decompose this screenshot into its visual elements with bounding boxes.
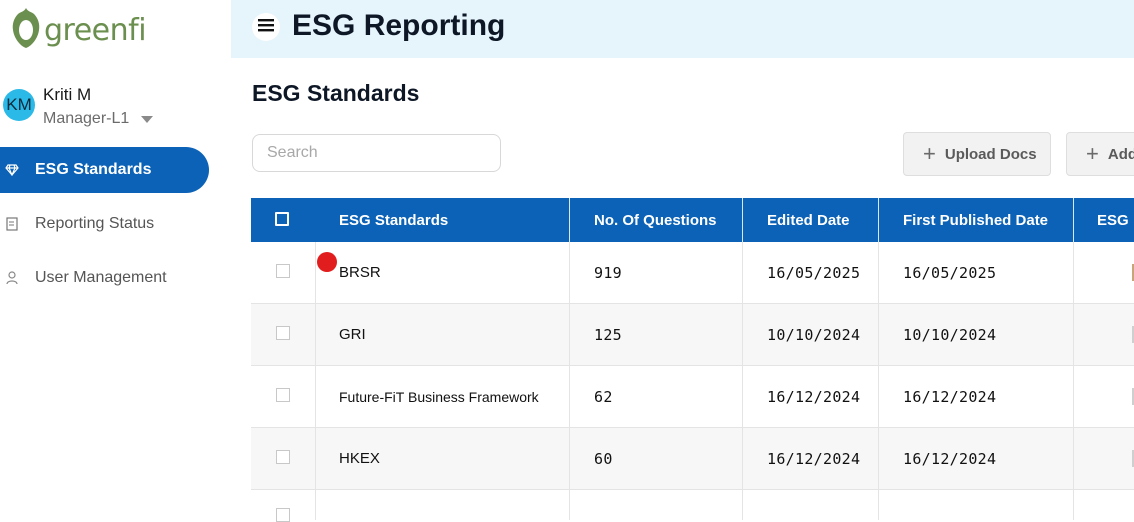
column-divider <box>569 490 570 520</box>
column-divider <box>315 428 316 489</box>
column-header-esg[interactable]: ESG <box>1097 198 1129 242</box>
upload-docs-button[interactable]: + Upload Docs <box>903 132 1051 176</box>
column-divider <box>569 428 570 489</box>
section-title: ESG Standards <box>252 80 420 106</box>
column-header-questions[interactable]: No. Of Questions <box>594 198 717 242</box>
menu-button[interactable] <box>252 13 280 41</box>
table-row[interactable]: BRSR 919 16/05/2025 16/05/2025 <box>251 242 1134 304</box>
column-divider <box>878 242 879 303</box>
column-divider <box>1073 242 1074 303</box>
user-profile[interactable]: KM Kriti M Manager-L1 <box>3 84 223 130</box>
sidebar-item-user-management[interactable]: User Management <box>0 255 167 301</box>
column-divider <box>1073 304 1074 365</box>
row-checkbox[interactable] <box>276 388 290 402</box>
sidebar-item-label: ESG Standards <box>35 161 152 178</box>
sidebar-item-label: Reporting Status <box>35 215 155 232</box>
plus-icon: + <box>923 141 936 166</box>
cell-edited-date: 16/05/2025 <box>767 263 861 282</box>
row-checkbox[interactable] <box>276 508 290 522</box>
top-header: ESG Reporting <box>231 0 1134 58</box>
cell-standard: Future-FiT Business Framework <box>339 388 539 405</box>
column-divider <box>569 198 570 242</box>
brand-name: greenfi <box>44 12 147 48</box>
column-divider <box>315 242 316 303</box>
table-row[interactable]: Future-FiT Business Framework 62 16/12/2… <box>251 366 1134 428</box>
column-divider <box>878 428 879 489</box>
column-divider <box>878 304 879 365</box>
column-divider <box>1073 366 1074 427</box>
cell-questions: 919 <box>594 263 622 282</box>
column-divider <box>878 490 879 520</box>
column-divider <box>1073 428 1074 489</box>
table-header: ESG Standards No. Of Questions Edited Da… <box>251 198 1134 242</box>
cell-edited-date: 16/12/2024 <box>767 449 861 468</box>
table-row[interactable]: GRI 125 10/10/2024 10/10/2024 <box>251 304 1134 366</box>
column-divider <box>315 366 316 427</box>
column-divider <box>742 490 743 520</box>
greenfi-logo-icon <box>10 6 42 55</box>
row-checkbox[interactable] <box>276 450 290 464</box>
sidebar-item-reporting-status[interactable]: Reporting Status <box>0 201 154 247</box>
cell-standard: HKEX <box>339 450 380 467</box>
upload-docs-label: Upload Docs <box>944 145 1037 163</box>
user-icon <box>5 271 19 285</box>
avatar: KM <box>3 89 35 121</box>
user-name: Kriti M <box>43 85 92 104</box>
cell-edited-date: 10/10/2024 <box>767 325 861 344</box>
page-title: ESG Reporting <box>292 9 506 42</box>
cell-published-date: 16/12/2024 <box>903 387 997 406</box>
cell-standard: GRI <box>339 326 366 343</box>
report-icon <box>5 217 19 231</box>
column-divider <box>1073 198 1074 242</box>
column-divider <box>742 242 743 303</box>
cell-published-date: 10/10/2024 <box>903 325 997 344</box>
diamond-icon <box>5 163 19 177</box>
column-header-edited-date[interactable]: Edited Date <box>767 198 850 242</box>
column-divider <box>742 428 743 489</box>
column-divider <box>742 366 743 427</box>
search-input[interactable] <box>252 134 501 172</box>
cell-published-date: 16/12/2024 <box>903 449 997 468</box>
plus-icon: + <box>1086 141 1099 166</box>
cell-questions: 62 <box>594 387 613 406</box>
column-divider <box>315 304 316 365</box>
sidebar-item-esg-standards[interactable]: ESG Standards <box>0 147 209 193</box>
brand-logo[interactable]: greenfi <box>10 6 147 55</box>
sidebar: greenfi KM Kriti M Manager-L1 ESG Standa… <box>0 0 231 513</box>
add-button[interactable]: + Add <box>1066 132 1134 176</box>
column-header-standard[interactable]: ESG Standards <box>339 198 448 242</box>
column-header-first-published-date[interactable]: First Published Date <box>903 198 1048 242</box>
hamburger-icon <box>258 18 274 37</box>
user-role: Manager-L1 <box>43 110 130 127</box>
column-divider <box>569 242 570 303</box>
cell-edited-date: 16/12/2024 <box>767 387 861 406</box>
column-divider <box>315 490 316 520</box>
cell-questions: 125 <box>594 325 622 344</box>
column-divider <box>569 304 570 365</box>
notification-dot <box>317 252 337 272</box>
column-divider <box>742 304 743 365</box>
cell-questions: 60 <box>594 449 613 468</box>
column-divider <box>878 366 879 427</box>
select-all-checkbox[interactable] <box>275 212 289 226</box>
add-label: Add <box>1107 145 1134 163</box>
table-row[interactable] <box>251 490 1134 522</box>
column-divider <box>569 366 570 427</box>
caret-down-icon[interactable] <box>141 116 153 123</box>
column-divider <box>742 198 743 242</box>
sidebar-item-label: User Management <box>35 269 167 286</box>
table-row[interactable]: HKEX 60 16/12/2024 16/12/2024 <box>251 428 1134 490</box>
cell-standard: BRSR <box>339 264 381 281</box>
row-checkbox[interactable] <box>276 326 290 340</box>
row-checkbox[interactable] <box>276 264 290 278</box>
column-divider <box>1073 490 1074 520</box>
column-divider <box>878 198 879 242</box>
cell-published-date: 16/05/2025 <box>903 263 997 282</box>
